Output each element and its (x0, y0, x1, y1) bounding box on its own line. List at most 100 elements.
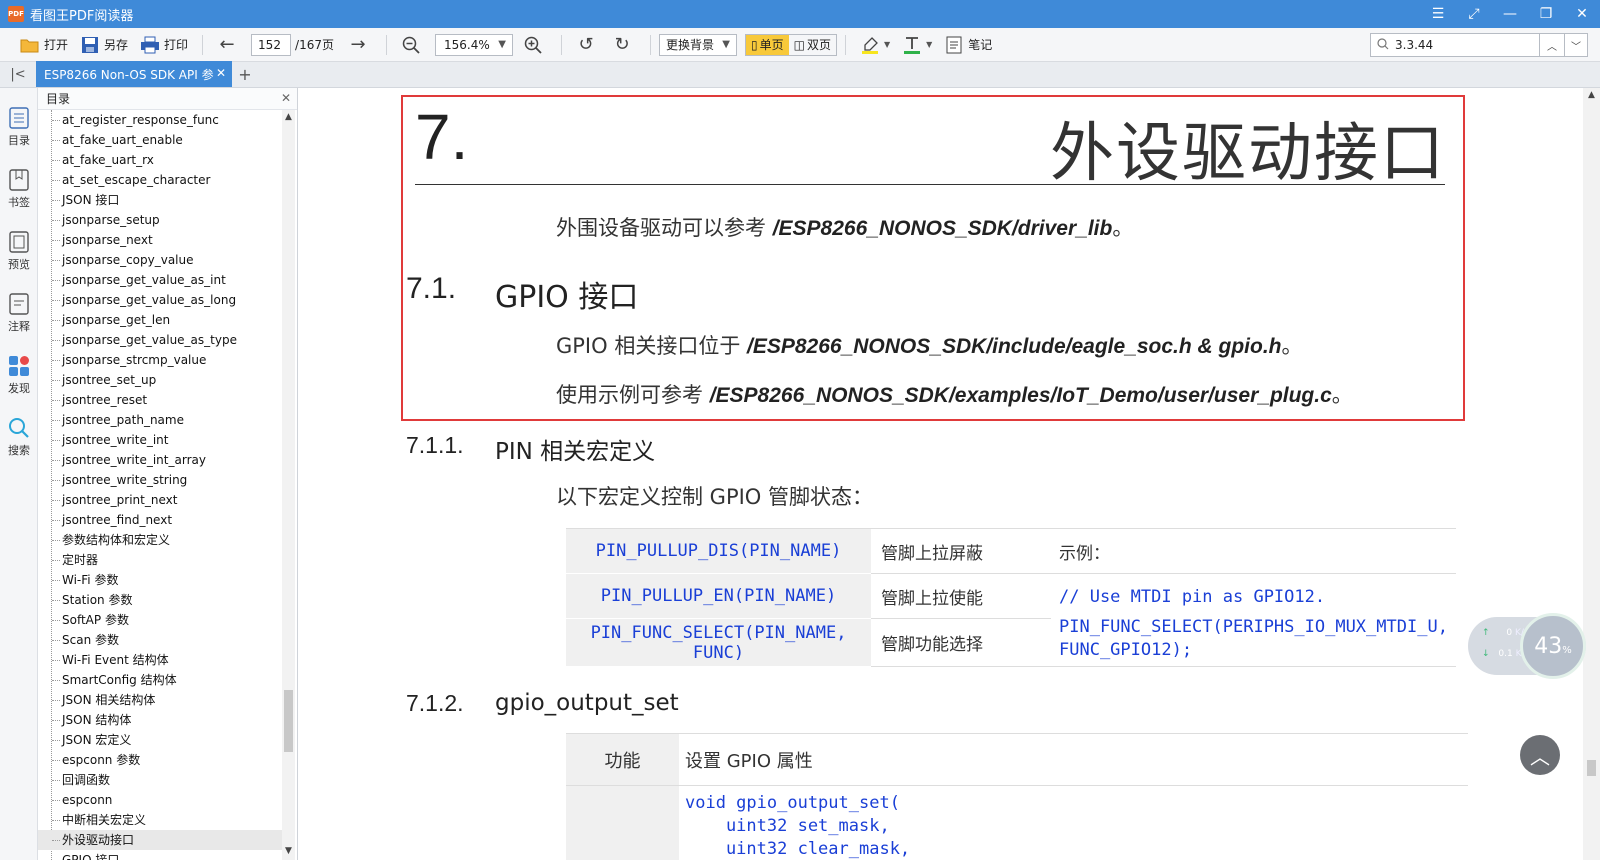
toc-item[interactable]: JSON 相关结构体 (38, 690, 283, 710)
toc-item[interactable]: jsonparse_strcmp_value (38, 350, 283, 370)
example-label: 示例： (1051, 528, 1456, 574)
toc-item[interactable]: GPIO 接口 (38, 850, 283, 860)
prev-page-button[interactable]: ← (211, 32, 247, 58)
close-icon[interactable]: ✕ (1564, 0, 1600, 28)
toc-item[interactable]: at_set_escape_character (38, 170, 283, 190)
toc-item[interactable]: jsonparse_get_value_as_int (38, 270, 283, 290)
upload-arrow-icon: ↑ (1482, 628, 1490, 638)
toc-item[interactable]: SmartConfig 结构体 (38, 670, 283, 690)
highlighter-icon (860, 35, 880, 55)
scroll-up-icon[interactable]: ▲ (1583, 90, 1600, 100)
toc-item[interactable]: jsonparse_get_value_as_type (38, 330, 283, 350)
toc-item[interactable]: jsontree_reset (38, 390, 283, 410)
chevron-down-icon: ▼ (883, 40, 891, 49)
example-code: // Use MTDI pin as GPIO12. PIN_FUNC_SELE… (1051, 573, 1456, 667)
text-color-button[interactable]: ▼ (896, 32, 938, 58)
document-scroll-thumb[interactable] (1587, 760, 1596, 776)
scroll-up-icon[interactable]: ▲ (282, 112, 295, 126)
toc-item[interactable]: 中断相关宏定义 (38, 810, 283, 830)
highlight-button[interactable]: ▼ (854, 32, 896, 58)
toc-item[interactable]: jsontree_find_next (38, 510, 283, 530)
zoom-select[interactable]: 156.4% ▼ (435, 33, 513, 56)
toc-item[interactable]: jsontree_write_string (38, 470, 283, 490)
toc-item[interactable]: espconn (38, 790, 283, 810)
toc-item[interactable]: at_fake_uart_enable (38, 130, 283, 150)
text-color-icon (902, 35, 922, 55)
toc-item[interactable]: jsontree_print_next (38, 490, 283, 510)
toc-item[interactable]: Station 参数 (38, 590, 283, 610)
scroll-down-icon[interactable]: ▼ (282, 846, 295, 860)
menu-icon[interactable]: ☰ (1420, 0, 1456, 28)
print-button[interactable]: 打印 (134, 32, 194, 58)
gpio-paragraph: GPIO 相关接口位于 /ESP8266_NONOS_SDK/include/e… (556, 330, 1303, 360)
page-number-input[interactable]: 152 (251, 33, 292, 56)
toc-item[interactable]: 参数结构体和宏定义 (38, 530, 283, 550)
zoom-in-button[interactable] (517, 32, 553, 58)
rail-item-toc[interactable]: 目录 (0, 106, 38, 148)
open-button[interactable]: 打开 (14, 32, 74, 58)
section-number: 7.1. (406, 272, 457, 305)
toc-title: 目录 (46, 92, 71, 106)
toc-item[interactable]: Wi-Fi Event 结构体 (38, 650, 283, 670)
double-page-button[interactable]: ◫ 双页 (789, 35, 836, 55)
toc-item[interactable]: Scan 参数 (38, 630, 283, 650)
notes-button[interactable]: 笔记 (938, 32, 998, 58)
search-input[interactable]: 3.3.44 (1370, 33, 1540, 57)
toc-item[interactable]: jsontree_path_name (38, 410, 283, 430)
toc-item[interactable]: jsontree_set_up (38, 370, 283, 390)
close-icon[interactable]: ✕ (281, 91, 291, 105)
minimize-icon[interactable]: — (1492, 0, 1528, 28)
restore-icon[interactable]: ❐ (1528, 0, 1564, 28)
toc-item[interactable]: JSON 结构体 (38, 710, 283, 730)
rail-item-discover[interactable]: 发现 (0, 354, 38, 396)
back-to-top-button[interactable]: ︿ (1520, 735, 1560, 775)
toc-item[interactable]: jsonparse_get_value_as_long (38, 290, 283, 310)
rail-item-bookmark[interactable]: 书签 (0, 168, 38, 210)
toolbar-divider (386, 34, 387, 55)
collapse-sidebar-button[interactable]: |< (0, 61, 36, 87)
toc-item[interactable]: at_fake_uart_rx (38, 150, 283, 170)
save-as-button[interactable]: 另存 (74, 32, 134, 58)
search-prev-button[interactable]: ︿ (1539, 33, 1565, 57)
toc-item[interactable]: SoftAP 参数 (38, 610, 283, 630)
document-scrollbar[interactable]: ▲ (1583, 88, 1600, 860)
notes-label: 笔记 (968, 38, 993, 52)
rail-item-annotation[interactable]: 注释 (0, 292, 38, 334)
toc-scroll-thumb[interactable] (284, 690, 293, 752)
toc-item[interactable]: JSON 宏定义 (38, 730, 283, 750)
rotate-right-button[interactable]: ↻ (606, 32, 642, 58)
toc-item[interactable]: Wi-Fi 参数 (38, 570, 283, 590)
zoom-out-button[interactable] (395, 32, 431, 58)
page-total: /167页 (295, 38, 334, 52)
toc-item[interactable]: at_register_response_func (38, 110, 283, 130)
search-next-button[interactable]: ﹀ (1564, 33, 1588, 57)
toc-item[interactable]: jsonparse_setup (38, 210, 283, 230)
macro-desc: 管脚上拉使能 (871, 573, 1051, 619)
example-code-line: PIN_FUNC_SELECT(PERIPHS_IO_MUX_MTDI_U, (1059, 617, 1448, 637)
toc-item[interactable]: jsontree_write_int (38, 430, 283, 450)
macro-name: PIN_PULLUP_EN(PIN_NAME) (566, 573, 871, 619)
toc-item[interactable]: jsonparse_copy_value (38, 250, 283, 270)
toc-item[interactable]: jsontree_write_int_array (38, 450, 283, 470)
toc-item[interactable]: 外设驱动接口 (38, 830, 283, 850)
document-tab[interactable]: ESP8266 Non-OS SDK API 参 ✕ (36, 61, 232, 87)
toc-item[interactable]: jsonparse_next (38, 230, 283, 250)
network-speed-widget[interactable]: ↑ 0 K/s ↓ 0.1 K/s 43% (1468, 613, 1586, 679)
rail-item-search[interactable]: 搜索 (0, 416, 38, 458)
tab-close-icon[interactable]: ✕ (216, 66, 226, 80)
chevron-up-icon: ︿ (1530, 744, 1550, 769)
rotate-left-button[interactable]: ↺ (570, 32, 606, 58)
background-select[interactable]: 更换背景 ▼ (659, 33, 737, 56)
toc-item[interactable]: JSON 接口 (38, 190, 283, 210)
single-page-button[interactable]: ▯ 单页 (746, 34, 789, 55)
new-tab-button[interactable]: + (232, 61, 258, 87)
toc-item[interactable]: espconn 参数 (38, 750, 283, 770)
next-page-button[interactable]: → (342, 32, 378, 58)
toc-item[interactable]: jsonparse_get_len (38, 310, 283, 330)
rail-item-preview[interactable]: 预览 (0, 230, 38, 272)
toc-item[interactable]: 定时器 (38, 550, 283, 570)
left-rail: 目录 书签 预览 注释 发现 搜索 (0, 88, 38, 860)
toc-scrollbar[interactable]: ▲ ▼ (282, 110, 295, 860)
toc-item[interactable]: 回调函数 (38, 770, 283, 790)
fullscreen-icon[interactable]: ⤢ (1456, 0, 1492, 28)
